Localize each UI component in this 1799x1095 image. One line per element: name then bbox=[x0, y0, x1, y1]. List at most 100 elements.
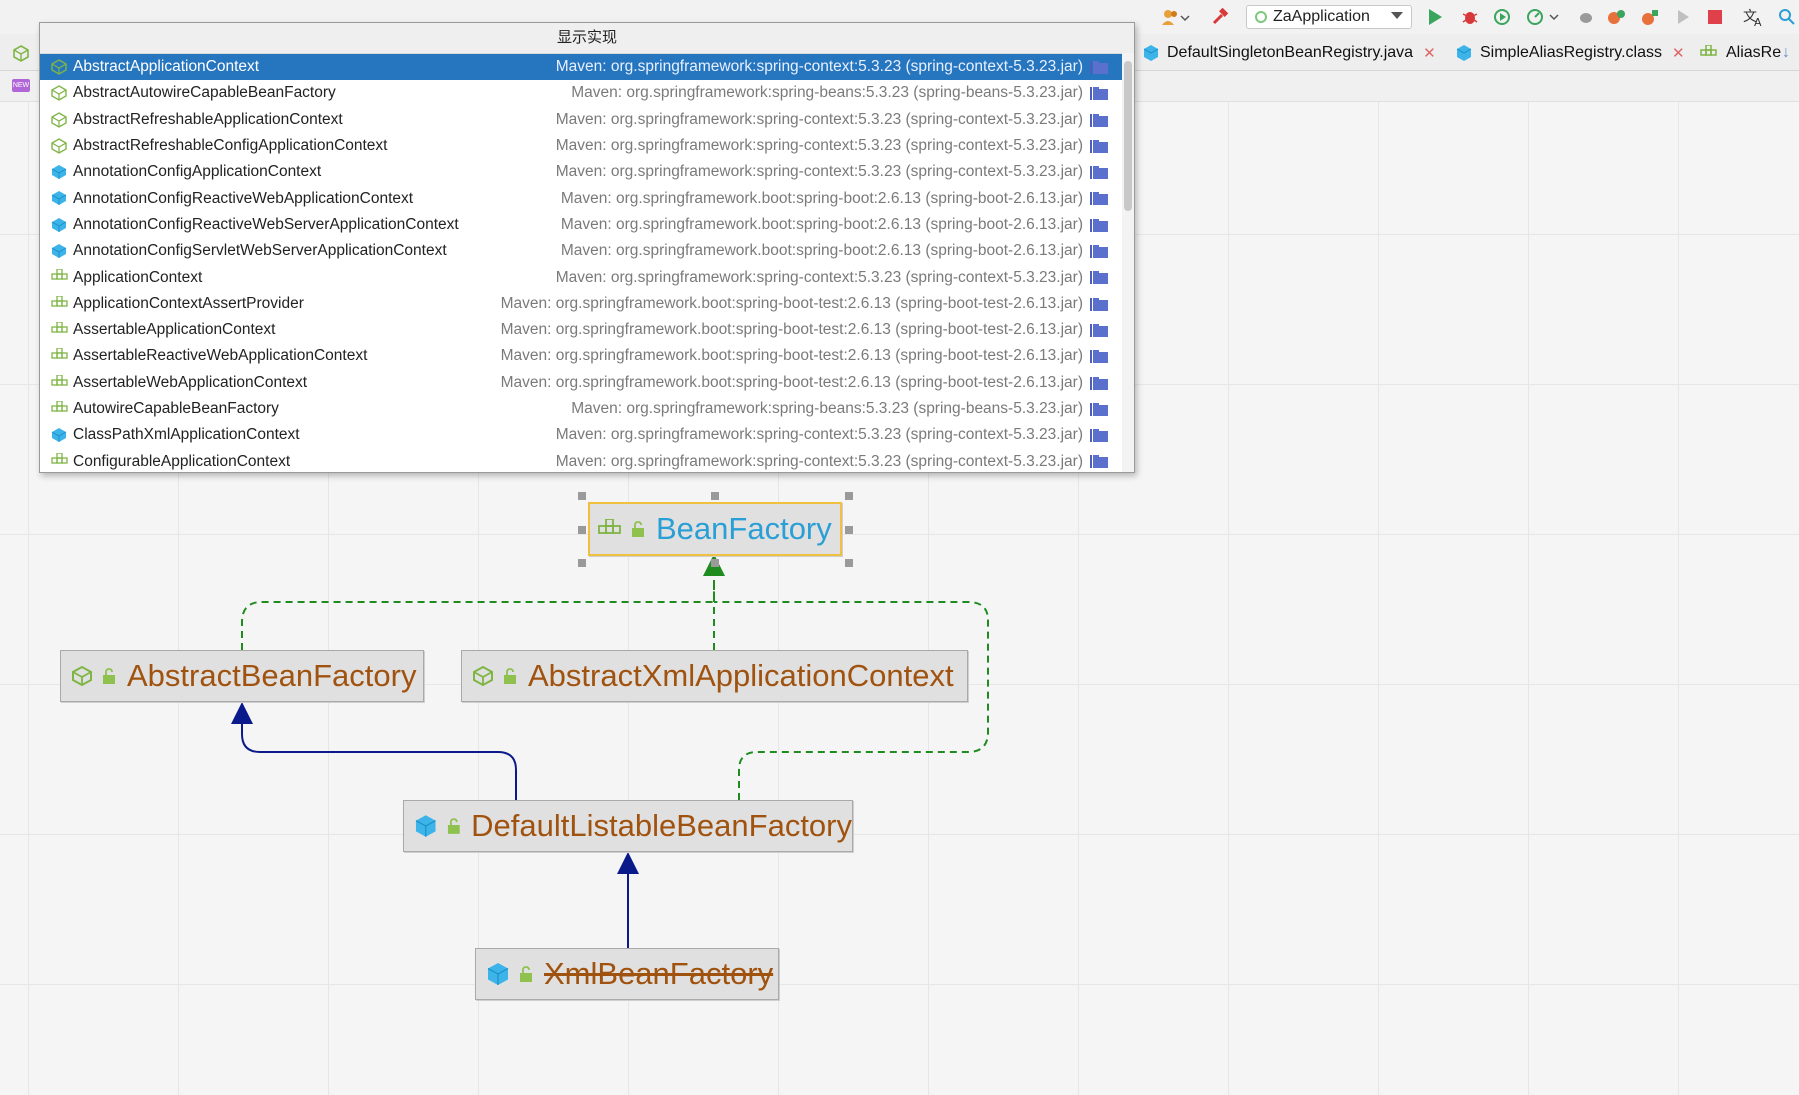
library-folder-icon bbox=[1090, 60, 1108, 74]
implementation-item[interactable]: AbstractApplicationContext Maven: org.spr… bbox=[40, 54, 1134, 81]
selection-handle[interactable] bbox=[845, 492, 853, 500]
public-lock-icon bbox=[632, 521, 644, 537]
implementation-item[interactable]: AbstractAutowireCapableBeanFactory Maven:… bbox=[40, 80, 1134, 106]
selection-handle[interactable] bbox=[578, 492, 586, 500]
resume-icon[interactable] bbox=[1673, 7, 1693, 27]
selection-handle[interactable] bbox=[578, 526, 586, 534]
selection-handle[interactable] bbox=[711, 559, 719, 567]
library-folder-icon bbox=[1090, 86, 1108, 101]
stop-icon[interactable] bbox=[1705, 7, 1725, 27]
public-lock-icon bbox=[504, 668, 516, 684]
selection-handle[interactable] bbox=[711, 492, 719, 500]
attach-debugger-icon[interactable] bbox=[1575, 7, 1597, 27]
popup-scrollbar-thumb[interactable] bbox=[1124, 61, 1132, 211]
implementation-item[interactable]: ApplicationContext Maven: org.springframe… bbox=[40, 264, 1134, 290]
library-folder-icon bbox=[1090, 218, 1108, 232]
implementation-item[interactable]: ConfigurableApplicationContext Maven: org… bbox=[40, 448, 1134, 472]
library-folder-icon bbox=[1090, 297, 1108, 311]
implementation-item[interactable]: AnnotationConfigReactiveWebApplicationCo… bbox=[40, 185, 1134, 211]
tab-simple-alias-registry[interactable]: SimpleAliasRegistry.class ✕ bbox=[1456, 40, 1685, 66]
implementation-item[interactable]: AssertableReactiveWebApplicationContext M… bbox=[40, 343, 1134, 369]
implementation-name: AbstractApplicationContext bbox=[73, 58, 260, 76]
close-icon[interactable]: ✕ bbox=[1672, 44, 1685, 62]
diagram-tab-icon[interactable] bbox=[12, 40, 30, 66]
node-label: BeanFactory bbox=[656, 511, 832, 546]
edge-default-listable-extends-abstract-bean-factory bbox=[241, 706, 517, 800]
node-bean-factory[interactable]: BeanFactory bbox=[588, 502, 842, 556]
implementation-location: Maven: org.springframework.boot:spring-b… bbox=[500, 294, 1083, 312]
implementation-item[interactable]: AbstractRefreshableApplicationContext Mav… bbox=[40, 107, 1134, 133]
library-folder-icon bbox=[1090, 244, 1108, 259]
selection-handle[interactable] bbox=[845, 559, 853, 567]
implementation-name: ApplicationContext bbox=[73, 268, 203, 286]
implementation-location: Maven: org.springframework:spring-beans:… bbox=[571, 400, 1083, 417]
implementation-item[interactable]: AssertableWebApplicationContext Maven: or… bbox=[40, 370, 1134, 396]
implementation-name: AnnotationConfigServletWebServerApplicat… bbox=[73, 242, 447, 260]
implementation-item[interactable]: AssertableApplicationContext Maven: org.s… bbox=[40, 317, 1134, 343]
popup-scrollbar[interactable] bbox=[1122, 53, 1134, 472]
selection-handle[interactable] bbox=[845, 526, 853, 534]
extends-arrowhead-default-listable bbox=[617, 852, 639, 874]
library-folder-icon bbox=[1090, 402, 1108, 416]
library-folder-icon bbox=[1090, 270, 1108, 285]
jrebel-debug-icon[interactable] bbox=[1639, 7, 1661, 27]
close-icon[interactable]: ✕ bbox=[1423, 44, 1436, 62]
implementation-name: AnnotationConfigReactiveWebApplicationCo… bbox=[73, 189, 414, 207]
class-icon bbox=[1456, 45, 1472, 61]
implementation-item[interactable]: AbstractRefreshableConfigApplicationCont… bbox=[40, 133, 1134, 159]
implementation-name: AnnotationConfigReactiveWebServerApplica… bbox=[73, 215, 459, 233]
run-with-coverage-icon[interactable] bbox=[1491, 7, 1513, 27]
implementation-item[interactable]: AnnotationConfigApplicationContext Maven:… bbox=[40, 159, 1134, 185]
build-hammer-icon[interactable] bbox=[1210, 7, 1230, 27]
abstract-class-icon bbox=[51, 85, 67, 102]
translate-icon[interactable]: 文A bbox=[1742, 7, 1766, 27]
profiler-icon[interactable] bbox=[1524, 7, 1564, 27]
implementation-location: Maven: org.springframework.boot:spring-b… bbox=[560, 242, 1083, 260]
library-folder-icon bbox=[1090, 139, 1108, 153]
run-configuration-select[interactable]: ZaApplication bbox=[1246, 5, 1412, 29]
library-folder-icon bbox=[1090, 428, 1108, 443]
tab-default-singleton-bean-registry[interactable]: DefaultSingletonBeanRegistry.java ✕ bbox=[1143, 40, 1436, 66]
implementation-item[interactable]: ApplicationContextAssertProvider Maven: o… bbox=[40, 291, 1134, 317]
run-icon[interactable] bbox=[1425, 7, 1445, 27]
implementation-item[interactable]: AnnotationConfigServletWebServerApplicat… bbox=[40, 238, 1134, 264]
library-folder-icon bbox=[1090, 323, 1108, 337]
node-abstract-bean-factory[interactable]: AbstractBeanFactory bbox=[60, 650, 424, 702]
implementation-item[interactable]: ClassPathXmlApplicationContext Maven: org… bbox=[40, 422, 1134, 448]
implementation-location: Maven: org.springframework:spring-contex… bbox=[555, 452, 1083, 470]
implementation-item[interactable]: AnnotationConfigReactiveWebServerApplica… bbox=[40, 212, 1134, 238]
tab-overflow-icon[interactable]: ↓ bbox=[1782, 40, 1790, 66]
node-xml-bean-factory[interactable]: XmlBeanFactory bbox=[475, 948, 779, 1000]
library-folder-icon bbox=[1090, 349, 1108, 364]
class-icon bbox=[1143, 45, 1159, 61]
debug-icon[interactable] bbox=[1459, 7, 1481, 27]
interface-icon bbox=[51, 400, 68, 417]
tab-label: DefaultSingletonBeanRegistry.java bbox=[1167, 44, 1414, 61]
search-icon[interactable] bbox=[1776, 7, 1798, 27]
node-label: AbstractBeanFactory bbox=[127, 658, 417, 693]
interface-icon bbox=[51, 295, 68, 312]
implementation-location: Maven: org.springframework.boot:spring-b… bbox=[500, 321, 1083, 339]
node-default-listable-bean-factory[interactable]: DefaultListableBeanFactory bbox=[403, 800, 853, 852]
public-lock-icon bbox=[520, 966, 532, 982]
implementation-item[interactable]: AutowireCapableBeanFactory Maven: org.spr… bbox=[40, 396, 1134, 422]
extends-arrowhead-abstract-bean-factory bbox=[231, 702, 253, 724]
implementation-name: AutowireCapableBeanFactory bbox=[73, 400, 279, 417]
node-abstract-xml-application-context[interactable]: AbstractXmlApplicationContext bbox=[461, 650, 968, 702]
implementation-location: Maven: org.springframework:spring-contex… bbox=[555, 110, 1083, 128]
selection-handle[interactable] bbox=[578, 559, 586, 567]
interface-icon bbox=[51, 347, 68, 364]
vcs-users-icon[interactable] bbox=[1158, 7, 1194, 27]
class-icon bbox=[415, 815, 436, 837]
implementation-name: ClassPathXmlApplicationContext bbox=[73, 426, 300, 444]
hot-swap-icon[interactable] bbox=[1606, 7, 1628, 27]
show-implementations-popup: 显示实现 AbstractApplicationContext Maven: or… bbox=[39, 22, 1135, 473]
implementation-name: AbstractRefreshableApplicationContext bbox=[73, 110, 343, 128]
interface-icon bbox=[1700, 45, 1717, 56]
class-icon bbox=[51, 243, 67, 259]
node-label: DefaultListableBeanFactory bbox=[471, 808, 852, 843]
tab-alias-registry[interactable]: AliasRe bbox=[1700, 40, 1781, 66]
implementation-location: Maven: org.springframework.boot:spring-b… bbox=[500, 373, 1083, 391]
svg-text:A: A bbox=[1754, 16, 1762, 27]
abstract-class-icon bbox=[13, 45, 29, 62]
